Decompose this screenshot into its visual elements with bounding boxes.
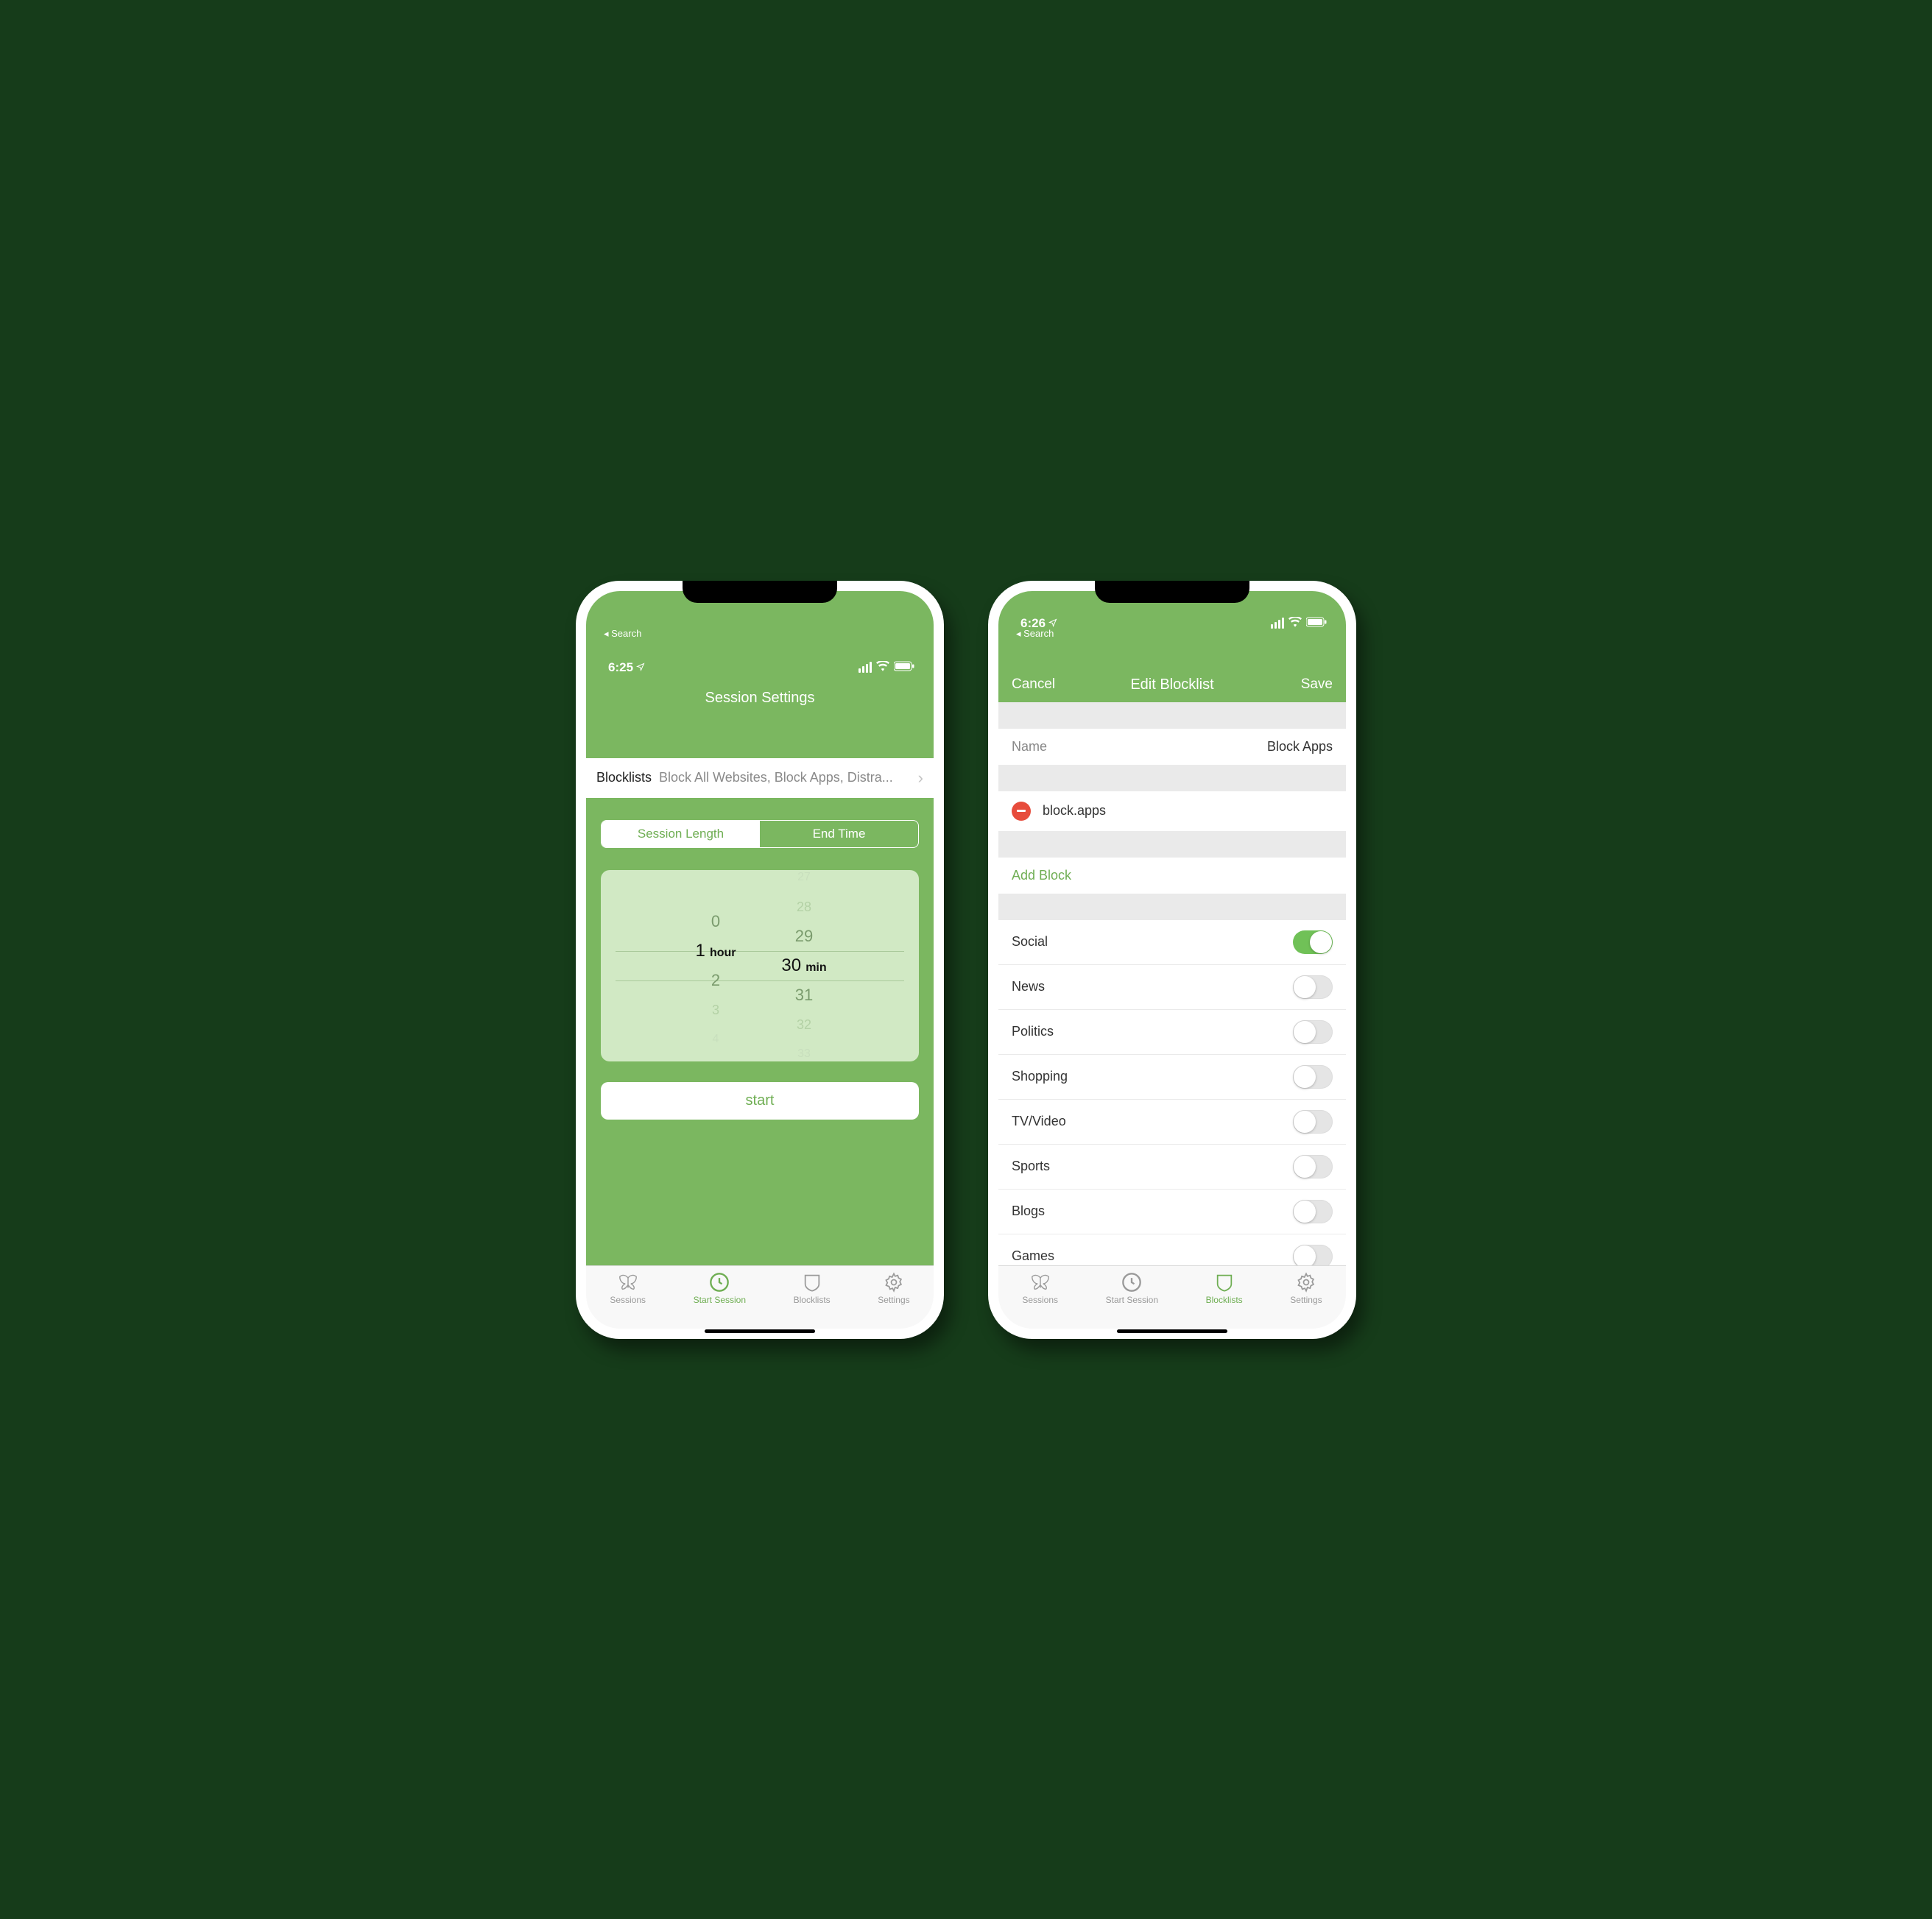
tab-sessions[interactable]: Sessions <box>1022 1272 1058 1305</box>
status-time: 6:25 <box>608 660 633 675</box>
category-label: News <box>1012 979 1045 994</box>
category-toggle[interactable] <box>1293 975 1333 999</box>
wifi-icon <box>876 660 889 675</box>
tab-blocklists[interactable]: Blocklists <box>794 1272 831 1305</box>
tab-settings[interactable]: Settings <box>878 1272 909 1305</box>
tab-start-session[interactable]: Start Session <box>1106 1272 1158 1305</box>
back-to-search[interactable]: Search <box>1016 628 1054 640</box>
blocklists-value: Block All Websites, Block Apps, Distra..… <box>659 770 914 785</box>
tab-blocklists[interactable]: Blocklists <box>1206 1272 1243 1305</box>
category-row: Politics <box>998 1010 1346 1055</box>
screen-session-settings: 6:25 Search Session Settings <box>586 591 934 1329</box>
shield-icon <box>1213 1272 1235 1293</box>
add-block-row[interactable]: Add Block <box>998 858 1346 894</box>
tab-settings[interactable]: Settings <box>1290 1272 1322 1305</box>
category-row: Games <box>998 1234 1346 1265</box>
butterfly-icon <box>1029 1272 1051 1293</box>
category-label: Games <box>1012 1248 1054 1264</box>
gear-icon <box>883 1272 905 1293</box>
category-row: TV/Video <box>998 1100 1346 1145</box>
category-toggle[interactable] <box>1293 1245 1333 1265</box>
signal-icon <box>1271 618 1284 629</box>
duration-picker[interactable]: 0 1 hour 2 3 4 27 28 29 30 min 31 32 33 <box>601 870 919 1061</box>
name-label: Name <box>1012 739 1047 754</box>
tab-bar: Sessions Start Session Blocklists Settin… <box>998 1265 1346 1329</box>
clock-icon <box>708 1272 730 1293</box>
back-to-search[interactable]: Search <box>604 628 641 640</box>
picker-minutes[interactable]: 27 28 29 30 min 31 32 33 <box>760 870 848 1061</box>
phone-right: 6:26 Search Cancel E <box>988 581 1356 1339</box>
category-toggle[interactable] <box>1293 1020 1333 1044</box>
wifi-icon <box>1288 616 1302 631</box>
category-row: News <box>998 965 1346 1010</box>
battery-icon <box>894 660 914 675</box>
category-toggle[interactable] <box>1293 1110 1333 1134</box>
category-label: Social <box>1012 934 1048 950</box>
home-indicator[interactable] <box>705 1329 815 1333</box>
category-label: TV/Video <box>1012 1114 1066 1129</box>
category-toggle[interactable] <box>1293 930 1333 954</box>
add-block-label: Add Block <box>1012 868 1071 883</box>
start-button[interactable]: start <box>601 1082 919 1120</box>
butterfly-icon <box>617 1272 639 1293</box>
phone-left: 6:25 Search Session Settings <box>576 581 944 1339</box>
gear-icon <box>1295 1272 1317 1293</box>
cancel-button[interactable]: Cancel <box>1012 676 1063 693</box>
category-toggle[interactable] <box>1293 1065 1333 1089</box>
block-item-label: block.apps <box>1043 803 1106 819</box>
shield-icon <box>801 1272 823 1293</box>
block-item-row[interactable]: block.apps <box>998 791 1346 831</box>
save-button[interactable]: Save <box>1281 676 1333 693</box>
name-value: Block Apps <box>1267 739 1333 754</box>
location-icon <box>636 660 645 675</box>
chevron-right-icon: › <box>918 768 923 788</box>
page-title: Edit Blocklist <box>1063 676 1281 693</box>
picker-hours[interactable]: 0 1 hour 2 3 4 <box>671 877 760 1054</box>
segment-session-length[interactable]: Session Length <box>602 821 760 847</box>
category-label: Sports <box>1012 1159 1050 1174</box>
battery-icon <box>1306 616 1327 631</box>
notch <box>1095 581 1249 603</box>
page-title: Session Settings <box>586 676 934 758</box>
tab-start-session[interactable]: Start Session <box>694 1272 746 1305</box>
category-toggle[interactable] <box>1293 1155 1333 1178</box>
category-row: Blogs <box>998 1190 1346 1234</box>
blocklists-row[interactable]: Blocklists Block All Websites, Block App… <box>586 758 934 798</box>
tab-sessions[interactable]: Sessions <box>610 1272 646 1305</box>
category-row: Shopping <box>998 1055 1346 1100</box>
category-label: Blogs <box>1012 1204 1045 1219</box>
blocklists-label: Blocklists <box>596 770 652 785</box>
category-label: Shopping <box>1012 1069 1068 1084</box>
status-bar: 6:25 <box>586 635 934 676</box>
category-toggle[interactable] <box>1293 1200 1333 1223</box>
notch <box>683 581 837 603</box>
segmented-control[interactable]: Session Length End Time <box>601 820 919 848</box>
signal-icon <box>859 662 872 673</box>
tab-bar: Sessions Start Session Blocklists Settin… <box>586 1265 934 1329</box>
delete-icon[interactable] <box>1012 802 1031 821</box>
category-label: Politics <box>1012 1024 1054 1039</box>
home-indicator[interactable] <box>1117 1329 1227 1333</box>
segment-end-time[interactable]: End Time <box>760 821 918 847</box>
category-row: Social <box>998 920 1346 965</box>
name-row[interactable]: Name Block Apps <box>998 729 1346 765</box>
clock-icon <box>1121 1272 1143 1293</box>
category-row: Sports <box>998 1145 1346 1190</box>
screen-edit-blocklist: 6:26 Search Cancel E <box>998 591 1346 1329</box>
